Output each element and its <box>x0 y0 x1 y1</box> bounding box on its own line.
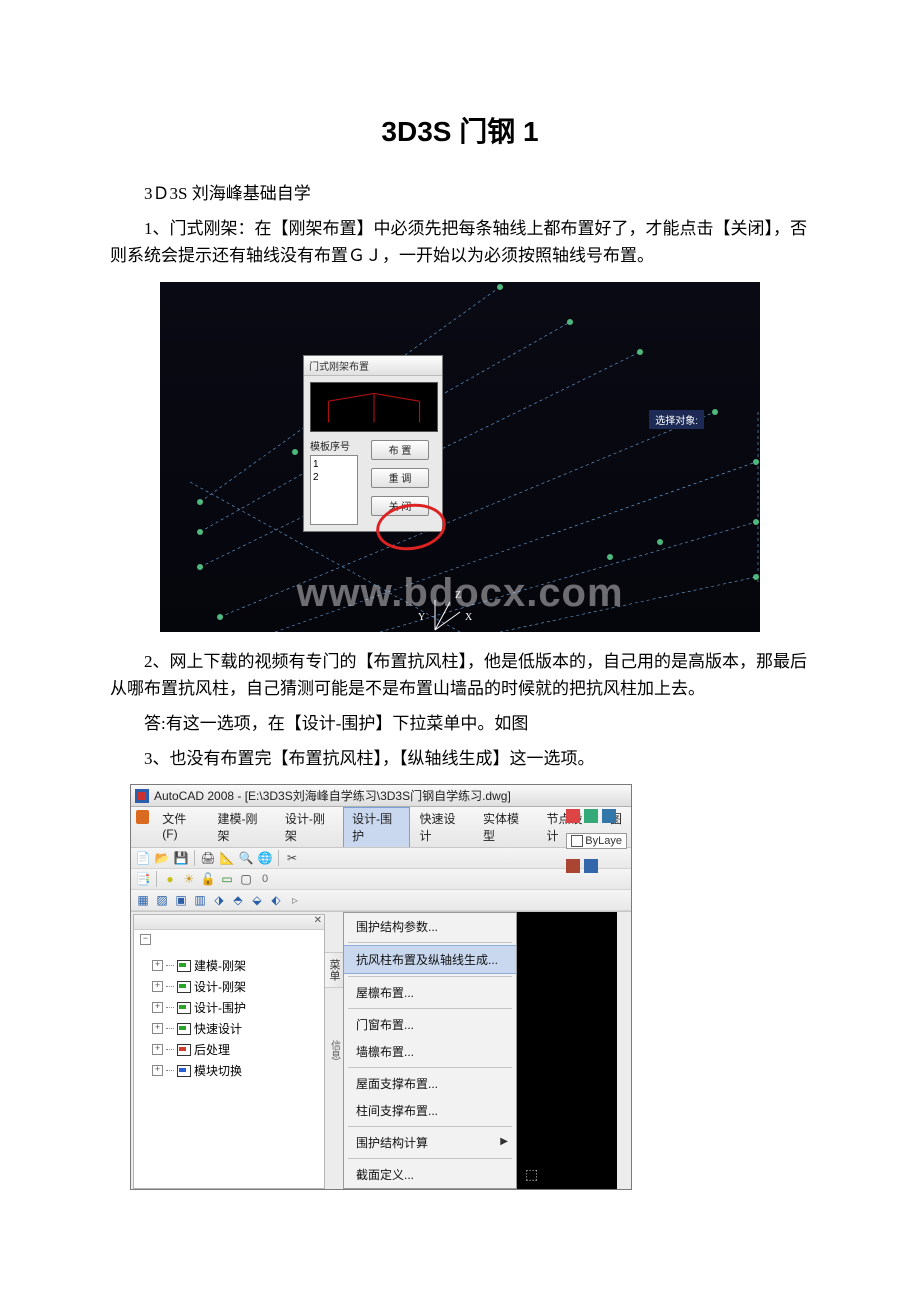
paragraph-1: 1、门式刚架：在【刚架布置】中必须先把每条轴线上都布置好了，才能点击【关闭】，否… <box>110 215 810 269</box>
t9-icon[interactable]: ▹ <box>287 892 303 908</box>
file-icon[interactable] <box>136 810 149 824</box>
dropdown-item[interactable]: 屋面支撑布置... <box>344 1070 516 1097</box>
cursor-icon: ⬚ <box>525 1166 538 1183</box>
window-title: AutoCAD 2008 - [E:\3D3S刘海峰自学练习\3D3S门钢自学练… <box>154 787 511 804</box>
tree-item[interactable]: +设计-刚架 <box>152 976 324 997</box>
lock-icon[interactable]: 🔓 <box>200 871 216 887</box>
menu-item[interactable]: 设计-围护 <box>343 807 410 847</box>
dropdown-item[interactable]: 截面定义... <box>344 1161 516 1188</box>
template-list[interactable]: 1 2 <box>310 455 358 525</box>
t2-icon[interactable]: ▨ <box>154 892 170 908</box>
list-item[interactable]: 2 <box>313 471 355 484</box>
toolbar-row-1[interactable]: 📄 📂 💾 🖨 📐 🔍 🌐 ✂ <box>131 848 631 869</box>
t6-icon[interactable]: ⬘ <box>230 892 246 908</box>
dropdown-item[interactable]: 屋檩布置... <box>344 979 516 1006</box>
t4-icon[interactable]: ▥ <box>192 892 208 908</box>
menu-item[interactable]: 实体模型 <box>474 807 538 847</box>
print-icon[interactable]: 🖨 <box>200 850 216 866</box>
r-icon-3[interactable] <box>602 809 616 823</box>
paragraph-intro: 3Ｄ3S 刘海峰基础自学 <box>110 180 810 207</box>
sun-icon[interactable]: ☀ <box>181 871 197 887</box>
tree-item[interactable]: +模块切换 <box>152 1060 324 1081</box>
svg-text:Z: Z <box>455 590 461 601</box>
canvas-area[interactable]: ⬚ <box>517 912 617 1189</box>
paragraph-3: 3、也没有布置完【布置抗风柱】，【纵轴线生成】这一选项。 <box>110 745 810 772</box>
dialog-frame-layout[interactable]: 门式刚架布置 <box>303 355 443 532</box>
dropdown-item[interactable]: 墙檩布置... <box>344 1038 516 1065</box>
dropdown-menu[interactable]: 围护结构参数... 抗风柱布置及纵轴线生成... 屋檩布置... 门窗布置...墙檩布… <box>343 912 517 1189</box>
color-icon[interactable]: ▢ <box>238 871 254 887</box>
dropdown-item[interactable]: 柱间支撑布置... <box>344 1097 516 1124</box>
list-item[interactable]: 1 <box>313 458 355 471</box>
toolbar-row-3[interactable]: ▦ ▨ ▣ ▥ ⬗ ⬘ ⬙ ⬖ ▹ <box>131 890 631 911</box>
menu-item[interactable]: 文件(F) <box>153 807 208 847</box>
t5-icon[interactable]: ⬗ <box>211 892 227 908</box>
r-icon-4[interactable] <box>566 859 580 873</box>
cut-icon[interactable]: ✂ <box>284 850 300 866</box>
toolbars: 📄 📂 💾 🖨 📐 🔍 🌐 ✂ 📑 ● ☀ 🔓 <box>131 848 631 912</box>
paragraph-2: 2、网上下载的视频有专门的【布置抗风柱】，他是低版本的，自己用的是高版本，那最后… <box>110 648 810 702</box>
open-icon[interactable]: 📂 <box>154 850 170 866</box>
menu-item[interactable]: 建模-刚架 <box>209 807 276 847</box>
dropdown-item[interactable]: 抗风柱布置及纵轴线生成... <box>344 945 516 974</box>
page-title: 3D3S 门钢 1 <box>110 110 810 150</box>
preview-icon[interactable]: 🔍 <box>238 850 254 866</box>
bylayer-box[interactable]: ByLaye <box>566 833 627 849</box>
vtab-label[interactable]: 菜单 <box>324 952 344 988</box>
tree-panel[interactable]: ✕ − +建模-刚架+设计-刚架+设计-围护+快速设计+后处理+模块切换 <box>133 914 325 1189</box>
tree-item[interactable]: +后处理 <box>152 1039 324 1060</box>
tree-root[interactable]: − <box>140 932 324 947</box>
list-label: 模板序号 <box>310 438 358 453</box>
menu-item[interactable]: 设计-刚架 <box>276 807 343 847</box>
dialog-preview <box>310 382 438 432</box>
paragraph-answer: 答:有这一选项，在【设计-围护】下拉菜单中。如图 <box>110 710 810 737</box>
close-button[interactable]: 关 闭 <box>371 496 429 516</box>
r-icon-5[interactable] <box>584 859 598 873</box>
tree-item[interactable]: +快速设计 <box>152 1018 324 1039</box>
toolbar-row-2[interactable]: 📑 ● ☀ 🔓 ▭ ▢ 0 <box>131 869 631 890</box>
menu-item[interactable]: 快速设计 <box>410 807 474 847</box>
screenshot-2: AutoCAD 2008 - [E:\3D3S刘海峰自学练习\3D3S门钢自学练… <box>130 784 632 1190</box>
svg-text:Y: Y <box>418 612 425 623</box>
dropdown-item[interactable]: 围护结构计算▶ <box>344 1129 516 1156</box>
dialog-title: 门式刚架布置 <box>304 356 442 376</box>
window-titlebar: AutoCAD 2008 - [E:\3D3S刘海峰自学练习\3D3S门钢自学练… <box>131 785 631 807</box>
t1-icon[interactable]: ▦ <box>135 892 151 908</box>
bulb-icon[interactable]: ● <box>162 871 178 887</box>
publish-icon[interactable]: 🌐 <box>257 850 273 866</box>
dropdown-item[interactable]: 围护结构参数... <box>344 913 516 940</box>
right-toolstrip: ByLaye <box>566 809 627 873</box>
r-icon-2[interactable] <box>584 809 598 823</box>
plot-icon[interactable]: 📐 <box>219 850 235 866</box>
t8-icon[interactable]: ⬖ <box>268 892 284 908</box>
t3-icon[interactable]: ▣ <box>173 892 189 908</box>
t7-icon[interactable]: ⬙ <box>249 892 265 908</box>
panel-close-icon[interactable]: ✕ <box>314 915 322 926</box>
r-icon-1[interactable] <box>566 809 580 823</box>
place-button[interactable]: 布 置 <box>371 440 429 460</box>
menubar[interactable]: 文件(F)建模-刚架设计-刚架设计-围护快速设计实体模型节点设计图 <box>131 807 631 848</box>
select-object-tag: 选择对象: <box>649 410 704 429</box>
layer2-icon[interactable]: ▭ <box>219 871 235 887</box>
vtab-label2: 信息 <box>326 1036 343 1064</box>
refresh-button[interactable]: 重 调 <box>371 468 429 488</box>
layer-icon[interactable]: 📑 <box>135 871 151 887</box>
vertical-tab[interactable]: 菜单 信息 <box>325 912 343 1189</box>
tree-item[interactable]: +建模-刚架 <box>152 955 324 976</box>
app-icon <box>135 789 149 803</box>
tree-item[interactable]: +设计-围护 <box>152 997 324 1018</box>
screenshot-1: Z Y X 门式刚架布置 <box>160 282 760 632</box>
grid-axes: Z Y X <box>160 282 760 632</box>
layer-zero[interactable]: 0 <box>257 871 273 887</box>
dropdown-item[interactable]: 门窗布置... <box>344 1011 516 1038</box>
save-icon[interactable]: 💾 <box>173 850 189 866</box>
new-icon[interactable]: 📄 <box>135 850 151 866</box>
svg-text:X: X <box>465 612 473 623</box>
